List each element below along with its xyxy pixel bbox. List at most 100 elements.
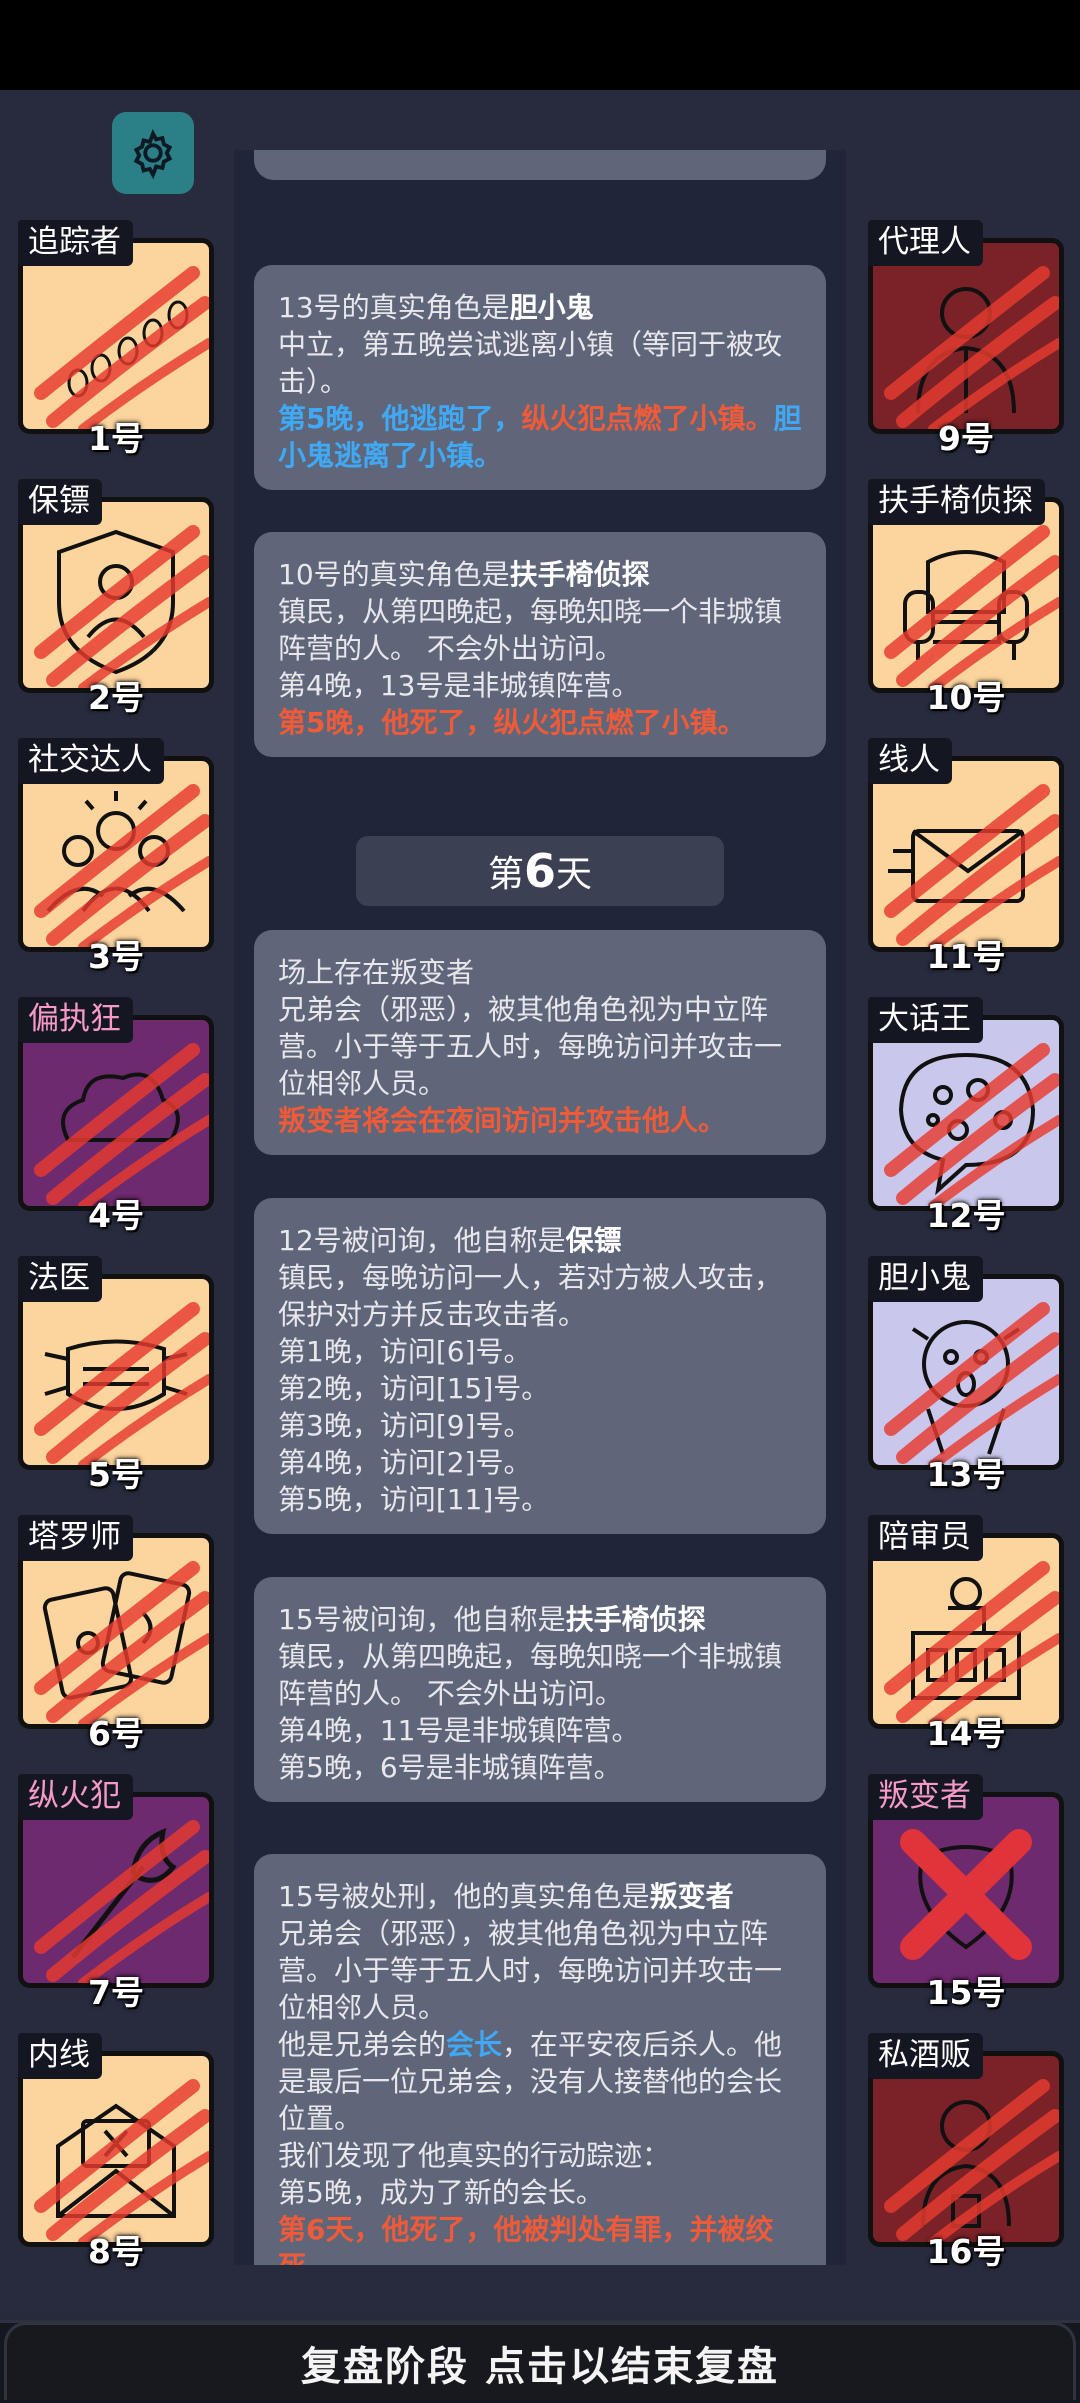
log-entry: 15号被问询，他自称是扶手椅侦探 镇民，从第四晚起，每晚知晓一个非城镇阵营的人。… bbox=[254, 1577, 826, 1802]
player-number-label: 16号 bbox=[926, 2232, 1006, 2271]
envelope-x-icon bbox=[34, 2079, 209, 2242]
player-card[interactable] bbox=[868, 497, 1064, 693]
cloud-icon bbox=[34, 1043, 209, 1206]
player-number-label: 9号 bbox=[938, 419, 994, 458]
role-description: 中立，第五晚尝试逃离小镇（等同于被攻击）。 bbox=[278, 328, 783, 398]
night-result: 第4晚，13号是非城镇阵营。 bbox=[278, 669, 640, 702]
event-text: 第5晚，他逃跑了， bbox=[278, 402, 522, 435]
status-bar bbox=[0, 0, 1080, 90]
role-name-label: 私酒贩 bbox=[868, 2033, 983, 2079]
role-name-label: 偏执狂 bbox=[18, 997, 133, 1043]
role-name: 胆小鬼 bbox=[509, 291, 594, 324]
player-card[interactable] bbox=[868, 1533, 1064, 1729]
log-entry: 13号的真实角色是胆小鬼 中立，第五晚尝试逃离小镇（等同于被攻击）。 第5晚，他… bbox=[254, 265, 826, 490]
tarot-cards-icon bbox=[34, 1561, 209, 1724]
role-name-label: 塔罗师 bbox=[18, 1515, 133, 1561]
log-entry: 10号的真实角色是扶手椅侦探 镇民，从第四晚起，每晚知晓一个非城镇阵营的人。 不… bbox=[254, 532, 826, 757]
role-name-label: 内线 bbox=[18, 2033, 102, 2079]
role-description: 兄弟会（邪恶），被其他角色视为中立阵营。小于等于五人时，每晚访问并攻击一位相邻人… bbox=[278, 993, 783, 1100]
player-number-label: 2号 bbox=[88, 678, 144, 717]
role-name: 扶手椅侦探 bbox=[509, 558, 650, 591]
day-prefix: 第 bbox=[487, 854, 524, 895]
role-name-label: 追踪者 bbox=[18, 220, 133, 266]
role-name: 叛变者 bbox=[649, 1880, 734, 1913]
podium-icon bbox=[884, 1561, 1059, 1724]
player-card[interactable] bbox=[868, 1015, 1064, 1211]
player-card[interactable] bbox=[868, 1792, 1064, 1988]
player-card[interactable] bbox=[18, 1792, 214, 1988]
end-review-button[interactable]: 复盘阶段 点击以结束复盘 bbox=[4, 2322, 1076, 2400]
player-number-label: 8号 bbox=[88, 2232, 144, 2271]
player-card[interactable] bbox=[868, 1274, 1064, 1470]
player-number-label: 15号 bbox=[926, 1973, 1006, 2012]
role-name-label: 法医 bbox=[18, 1256, 102, 1302]
entry-title: 场上存在叛变者 bbox=[278, 956, 475, 989]
player-number-label: 13号 bbox=[926, 1455, 1006, 1494]
x-mark-icon bbox=[900, 1829, 1032, 1960]
speech-bubble-icon bbox=[884, 1043, 1059, 1206]
role-name-label: 扶手椅侦探 bbox=[868, 479, 1045, 525]
player-card[interactable] bbox=[18, 1533, 214, 1729]
player-card[interactable] bbox=[18, 1015, 214, 1211]
role-name-label: 纵火犯 bbox=[18, 1774, 133, 1820]
player-card[interactable] bbox=[868, 238, 1064, 434]
keyword-link[interactable]: 会长 bbox=[446, 2028, 502, 2061]
player-card[interactable] bbox=[18, 756, 214, 952]
night-result: 第5晚，成为了新的会长。 bbox=[278, 2176, 604, 2209]
role-description: 镇民，每晚访问一人，若对方被人攻击，保护对方并反击攻击者。 bbox=[278, 1261, 783, 1331]
scared-face-icon bbox=[884, 1302, 1059, 1465]
night-result: 第3晚，访问[9]号。 bbox=[278, 1409, 532, 1442]
log-entry: 场上存在叛变者 兄弟会（邪恶），被其他角色视为中立阵营。小于等于五人时，每晚访问… bbox=[254, 930, 826, 1155]
player-card[interactable] bbox=[18, 497, 214, 693]
player-number-label: 1号 bbox=[88, 419, 144, 458]
player-card[interactable] bbox=[18, 1274, 214, 1470]
role-name-label: 大话王 bbox=[868, 997, 983, 1043]
role-name-label: 胆小鬼 bbox=[868, 1256, 983, 1302]
role-name-label: 线人 bbox=[868, 738, 952, 784]
player-card[interactable] bbox=[868, 756, 1064, 952]
player-card[interactable] bbox=[18, 238, 214, 434]
night-result: 第5晚，访问[11]号。 bbox=[278, 1483, 550, 1516]
role-name-label: 陪审员 bbox=[868, 1515, 983, 1561]
role-name: 保镖 bbox=[565, 1224, 622, 1257]
day-number: 6 bbox=[523, 844, 556, 898]
player-card[interactable] bbox=[868, 2051, 1064, 2247]
entry-title: 12号被问询，他自称是 bbox=[278, 1224, 566, 1257]
review-log-panel[interactable]: 13号的真实角色是胆小鬼 中立，第五晚尝试逃离小镇（等同于被攻击）。 第5晚，他… bbox=[234, 150, 846, 2265]
player-number-label: 14号 bbox=[926, 1714, 1006, 1753]
log-entry-partial bbox=[254, 150, 826, 180]
bootlegger-icon bbox=[884, 2079, 1059, 2242]
player-number-label: 10号 bbox=[926, 678, 1006, 717]
role-name-label: 叛变者 bbox=[868, 1774, 983, 1820]
player-number-label: 5号 bbox=[88, 1455, 144, 1494]
settings-button[interactable] bbox=[112, 112, 194, 194]
event-text: 叛变者将会在夜间访问并攻击他人。 bbox=[278, 1104, 727, 1137]
player-number-label: 7号 bbox=[88, 1973, 144, 2012]
armchair-icon bbox=[884, 525, 1059, 688]
shield-person-icon bbox=[34, 525, 209, 688]
log-entry: 15号被处刑，他的真实角色是叛变者 兄弟会（邪恶），被其他角色视为中立阵营。小于… bbox=[254, 1854, 826, 2265]
role-name-label: 保镖 bbox=[18, 479, 102, 525]
player-number-label: 6号 bbox=[88, 1714, 144, 1753]
entry-title: 15号被处刑，他的真实角色是 bbox=[278, 1880, 650, 1913]
role-description: 镇民，从第四晚起，每晚知晓一个非城镇阵营的人。 不会外出访问。 bbox=[278, 595, 783, 665]
day-divider: 第6天 bbox=[356, 836, 724, 906]
role-name-label: 代理人 bbox=[868, 220, 983, 266]
agent-icon bbox=[884, 266, 1059, 429]
player-number-label: 11号 bbox=[926, 937, 1006, 976]
player-number-label: 12号 bbox=[926, 1196, 1006, 1235]
end-review-label: 复盘阶段 点击以结束复盘 bbox=[301, 2343, 779, 2390]
info-text: 他是兄弟会的 bbox=[278, 2028, 447, 2061]
role-name: 扶手椅侦探 bbox=[565, 1603, 706, 1636]
player-number-label: 4号 bbox=[88, 1196, 144, 1235]
log-entry: 12号被问询，他自称是保镖 镇民，每晚访问一人，若对方被人攻击，保护对方并反击攻… bbox=[254, 1198, 826, 1534]
footprints-icon bbox=[34, 266, 209, 429]
night-result: 第5晚，6号是非城镇阵营。 bbox=[278, 1751, 622, 1784]
entry-title: 15号被问询，他自称是 bbox=[278, 1603, 566, 1636]
entry-title: 13号的真实角色是 bbox=[278, 291, 510, 324]
night-result: 第4晚，访问[2]号。 bbox=[278, 1446, 532, 1479]
envelope-icon bbox=[884, 784, 1059, 947]
event-text: 第6天，他死了，他被判处有罪，并被绞死。 bbox=[278, 2213, 774, 2265]
mask-icon bbox=[34, 1302, 209, 1465]
player-card[interactable] bbox=[18, 2051, 214, 2247]
